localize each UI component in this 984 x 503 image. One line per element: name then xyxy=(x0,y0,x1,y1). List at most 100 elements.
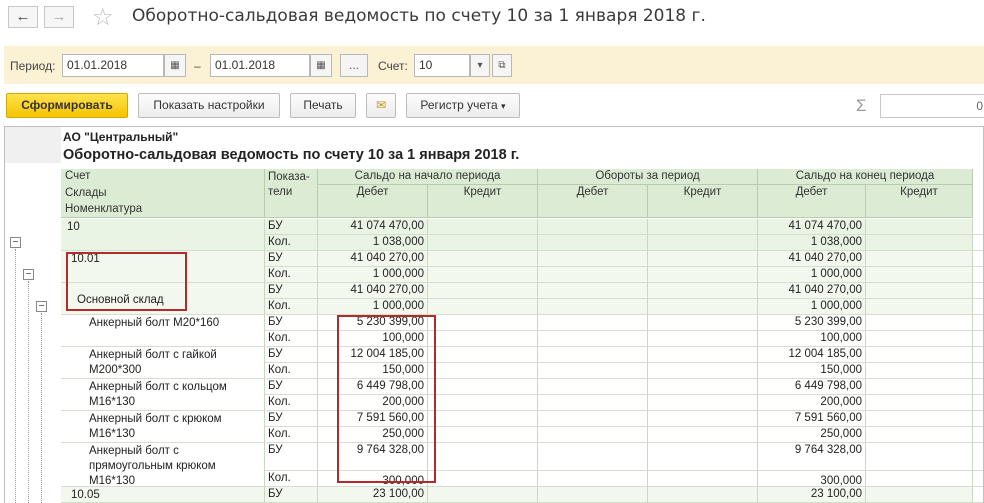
indicator-cell: БУ xyxy=(265,283,318,299)
value-cell-close-d: 1 000,000 xyxy=(758,299,866,315)
header-closing-credit: Кредит xyxy=(866,185,973,218)
calendar-to-button[interactable]: ▦ xyxy=(310,54,332,77)
value-cell-close-c xyxy=(866,283,973,299)
favorite-star-icon[interactable]: ☆ xyxy=(92,3,114,32)
table-row: БУ 12 004 185,00 12 004 185,00 xyxy=(5,347,983,363)
arrow-left-icon: ← xyxy=(15,8,31,25)
print-button[interactable]: Печать xyxy=(290,93,356,118)
value-cell-open-d: 1 000,000 xyxy=(318,299,428,315)
value-cell-close-d: 200,000 xyxy=(758,395,866,411)
header-turnover: Обороты за период xyxy=(538,169,758,185)
value-cell-close-c xyxy=(866,427,973,443)
indicator-cell: Кол. xyxy=(265,427,318,443)
forward-button[interactable]: → xyxy=(44,6,74,28)
value-cell-close-d: 150,000 xyxy=(758,363,866,379)
calendar-icon: ▦ xyxy=(170,60,180,71)
collapse-toggle-icon[interactable]: − xyxy=(10,237,21,248)
value-cell-close-d: 41 040 270,00 xyxy=(758,251,866,267)
account-input[interactable]: 10 xyxy=(414,54,470,77)
value-cell-close-d: 12 004 185,00 xyxy=(758,347,866,363)
indicator-cell: Кол. xyxy=(265,363,318,379)
header-turnover-debit: Дебет xyxy=(538,185,648,218)
value-cell-close-c xyxy=(866,411,973,427)
indicator-cell: БУ xyxy=(265,315,318,331)
value-cell-open-d: 41 074 470,00 xyxy=(318,219,428,235)
value-cell-open-c xyxy=(428,235,538,251)
value-cell-turn-d xyxy=(538,427,648,443)
highlight-box-groups xyxy=(66,252,187,311)
value-cell-close-c xyxy=(866,235,973,251)
indicator-cell: Кол. xyxy=(265,395,318,411)
chevron-down-icon: ▾ xyxy=(477,60,483,71)
value-cell-turn-c xyxy=(648,379,758,395)
header-opening-credit: Кредит xyxy=(428,185,538,218)
show-settings-button[interactable]: Показать настройки xyxy=(138,93,280,118)
value-cell-open-d: 23 100,00 xyxy=(318,487,428,503)
email-button[interactable]: ✉ xyxy=(366,93,396,118)
value-cell-open-d: 1 038,000 xyxy=(318,235,428,251)
value-cell-close-d: 1 038,000 xyxy=(758,235,866,251)
value-cell-open-d: 41 040 270,00 xyxy=(318,283,428,299)
value-cell-close-d: 6 449 798,00 xyxy=(758,379,866,395)
indicator-cell: Кол. xyxy=(265,235,318,251)
title-bar: ← → ☆ Оборотно-сальдовая ведомость по сч… xyxy=(0,0,984,36)
header-account: Счет xyxy=(65,170,91,182)
value-cell-turn-c xyxy=(648,283,758,299)
period-from-input[interactable]: 01.01.2018 xyxy=(62,54,164,77)
value-cell-open-c xyxy=(428,395,538,411)
period-to-input[interactable]: 01.01.2018 xyxy=(210,54,310,77)
value-cell-turn-c xyxy=(648,347,758,363)
indicator-cell: БУ xyxy=(265,347,318,363)
value-cell-close-c xyxy=(866,267,973,283)
value-cell-open-d: 41 040 270,00 xyxy=(318,251,428,267)
value-cell-close-d: 5 230 399,00 xyxy=(758,315,866,331)
value-cell-open-c xyxy=(428,471,538,487)
value-cell-turn-c xyxy=(648,395,758,411)
table-row: Кол. 300,000 300,000 xyxy=(5,471,983,487)
table-row: БУ 5 230 399,00 5 230 399,00 xyxy=(5,315,983,331)
value-cell-close-c xyxy=(866,315,973,331)
header-nomenclature: Номенклатура xyxy=(65,203,143,215)
table-row: Кол. 150,000 150,000 xyxy=(5,363,983,379)
header-indicators: Показа- тели xyxy=(265,169,318,218)
value-cell-turn-c xyxy=(648,363,758,379)
collapse-toggle-icon[interactable]: − xyxy=(23,269,34,280)
value-cell-turn-d xyxy=(538,347,648,363)
value-cell-turn-d xyxy=(538,219,648,235)
value-cell-open-c xyxy=(428,363,538,379)
value-cell-close-d: 7 591 560,00 xyxy=(758,411,866,427)
generate-button[interactable]: Сформировать xyxy=(6,93,128,118)
calendar-from-button[interactable]: ▦ xyxy=(164,54,186,77)
report-title: Оборотно-сальдовая ведомость по счету 10… xyxy=(63,147,520,163)
value-cell-turn-c xyxy=(648,299,758,315)
collapse-toggle-icon[interactable]: − xyxy=(36,301,47,312)
sum-field: 0 xyxy=(880,94,984,118)
value-cell-close-d: 41 040 270,00 xyxy=(758,283,866,299)
value-cell-close-c xyxy=(866,347,973,363)
period-dash: – xyxy=(194,59,201,73)
value-cell-open-c xyxy=(428,251,538,267)
back-button[interactable]: ← xyxy=(8,6,38,28)
value-cell-close-c xyxy=(866,471,973,487)
value-cell-close-c xyxy=(866,363,973,379)
value-cell-turn-c xyxy=(648,411,758,427)
value-cell-close-c xyxy=(866,487,973,503)
period-select-button[interactable]: ... xyxy=(340,54,368,77)
header-warehouses: Склады xyxy=(65,187,107,199)
register-dropdown-button[interactable]: Регистр учета ▾ xyxy=(406,93,520,118)
value-cell-turn-c xyxy=(648,443,758,471)
value-cell-close-d: 41 074 470,00 xyxy=(758,219,866,235)
indicator-cell: Кол. xyxy=(265,299,318,315)
indicator-cell: БУ xyxy=(265,487,318,503)
table-row: Кол. 200,000 200,000 xyxy=(5,395,983,411)
table-row: БУ 23 100,00 23 100,00 xyxy=(5,487,983,503)
sum-icon: Σ xyxy=(856,96,867,115)
highlight-box-values xyxy=(337,315,436,483)
table-row: БУ 9 764 328,00 9 764 328,00 xyxy=(5,443,983,471)
envelope-icon: ✉ xyxy=(375,98,387,112)
arrow-right-icon: → xyxy=(51,8,67,25)
value-cell-turn-d xyxy=(538,395,648,411)
account-dropdown-button[interactable]: ▾ xyxy=(470,54,490,77)
value-cell-turn-c xyxy=(648,267,758,283)
account-open-button[interactable]: ⧉ xyxy=(492,54,512,77)
